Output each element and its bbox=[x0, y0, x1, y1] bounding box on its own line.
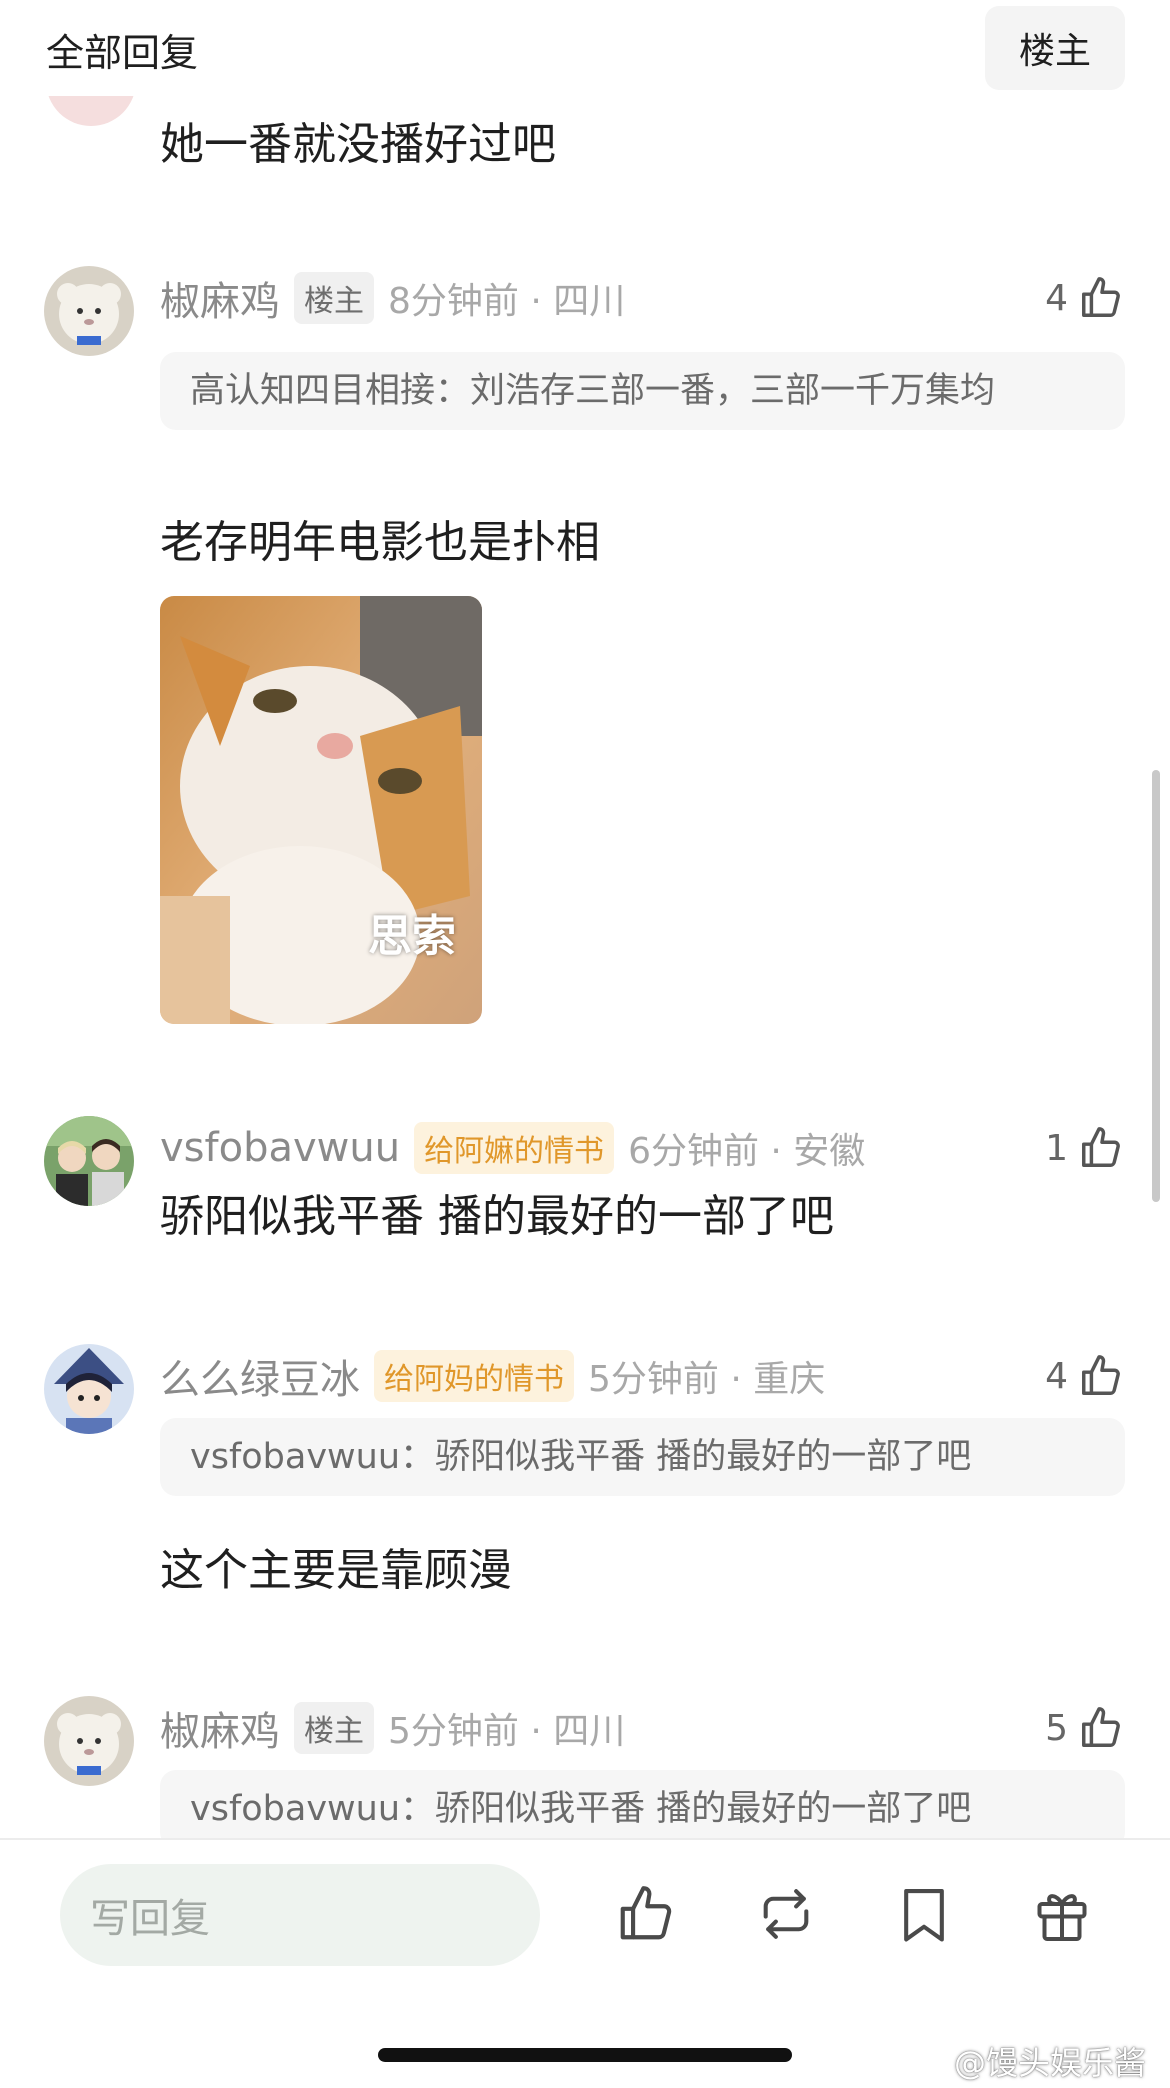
quoted-reply[interactable]: 高认知四目相接：刘浩存三部一番，三部一千万集均 bbox=[160, 352, 1125, 430]
comment-text: 老存明年电影也是扑相 bbox=[160, 517, 600, 568]
quote-author: vsfobavwuu： bbox=[190, 1437, 436, 1477]
like-post-button[interactable] bbox=[608, 1876, 684, 1952]
avatar[interactable] bbox=[46, 96, 136, 126]
bookmark-button[interactable] bbox=[886, 1876, 962, 1952]
sticker-caption: 思索 bbox=[368, 911, 456, 962]
header: 全部回复 楼主 bbox=[0, 0, 1170, 96]
avatar[interactable] bbox=[44, 1116, 134, 1206]
thumbs-up-icon bbox=[1082, 1127, 1120, 1167]
time-location: 5分钟前 · 重庆 bbox=[588, 1359, 826, 1400]
username[interactable]: vsfobavwuu bbox=[160, 1125, 400, 1171]
like-icon bbox=[620, 1886, 672, 1940]
avatar[interactable] bbox=[44, 1344, 134, 1434]
weibo-logo-icon bbox=[911, 2044, 950, 2076]
quote-text: 骄阳似我平番 播的最好的一部了吧 bbox=[435, 1789, 972, 1829]
reply-feed[interactable]: 她一番就没播好过吧 椒麻鸡 楼主 8分钟前 · 四川 4 高认知四目相接：刘浩存… bbox=[0, 96, 1170, 1838]
op-only-button[interactable]: 楼主 bbox=[985, 6, 1125, 90]
time-location: 6分钟前 · 安徽 bbox=[628, 1131, 866, 1172]
quote-text: 骄阳似我平番 播的最好的一部了吧 bbox=[435, 1437, 972, 1477]
quoted-reply[interactable]: vsfobavwuu：骄阳似我平番 播的最好的一部了吧 bbox=[160, 1418, 1125, 1496]
gift-button[interactable] bbox=[1024, 1876, 1100, 1952]
home-indicator[interactable] bbox=[378, 2048, 792, 2062]
comment-text: 骄阳似我平番 播的最好的一部了吧 bbox=[160, 1191, 834, 1242]
avatar[interactable] bbox=[44, 1696, 134, 1786]
thumbs-up-icon bbox=[1082, 277, 1120, 317]
op-badge: 楼主 bbox=[294, 272, 374, 324]
like-button[interactable]: 4 bbox=[1045, 1348, 1124, 1404]
like-count: 4 bbox=[1045, 1355, 1068, 1397]
weibo-watermark: @馒头娱乐酱 bbox=[910, 2038, 1146, 2084]
like-button[interactable]: 4 bbox=[1045, 270, 1124, 326]
thumbs-up-icon bbox=[1082, 1355, 1120, 1395]
scrollbar[interactable] bbox=[1152, 770, 1160, 1202]
fan-badge[interactable]: 给阿嫲的情书 bbox=[414, 1122, 615, 1174]
bookmark-icon bbox=[904, 1889, 944, 1942]
like-count: 4 bbox=[1045, 277, 1068, 319]
comment-meta: vsfobavwuu 给阿嫲的情书 6分钟前 · 安徽 bbox=[160, 1120, 865, 1176]
username[interactable]: 么么绿豆冰 bbox=[160, 1347, 360, 1405]
thumbs-up-icon bbox=[1082, 1707, 1120, 1747]
comment-meta: 椒麻鸡 楼主 8分钟前 · 四川 bbox=[160, 270, 625, 326]
comment-meta: 么么绿豆冰 给阿妈的情书 5分钟前 · 重庆 bbox=[160, 1348, 825, 1404]
username[interactable]: 椒麻鸡 bbox=[160, 269, 280, 327]
comment-meta: 椒麻鸡 楼主 5分钟前 · 四川 bbox=[160, 1700, 625, 1756]
like-button[interactable]: 1 bbox=[1045, 1120, 1124, 1176]
op-badge: 楼主 bbox=[294, 1702, 374, 1754]
like-count: 1 bbox=[1045, 1127, 1068, 1169]
avatar[interactable] bbox=[44, 266, 134, 356]
cat-sticker-image[interactable]: 思索 bbox=[160, 596, 482, 1024]
like-count: 5 bbox=[1045, 1707, 1068, 1749]
time-location: 5分钟前 · 四川 bbox=[388, 1711, 626, 1752]
time-location: 8分钟前 · 四川 bbox=[388, 281, 626, 322]
username[interactable]: 椒麻鸡 bbox=[160, 1699, 280, 1757]
reply-input[interactable]: 写回复 bbox=[60, 1864, 540, 1966]
comment-text: 这个主要是靠顾漫 bbox=[160, 1545, 512, 1596]
quoted-reply[interactable]: vsfobavwuu：骄阳似我平番 播的最好的一部了吧 bbox=[160, 1770, 1125, 1838]
quote-author: vsfobavwuu： bbox=[190, 1789, 436, 1829]
repost-icon bbox=[763, 1889, 809, 1939]
comment-text: 她一番就没播好过吧 bbox=[160, 119, 556, 170]
like-button[interactable]: 5 bbox=[1045, 1700, 1124, 1756]
repost-button[interactable] bbox=[748, 1876, 824, 1952]
watermark-text: @馒头娱乐酱 bbox=[953, 2044, 1146, 2082]
fan-badge[interactable]: 给阿妈的情书 bbox=[374, 1350, 574, 1402]
page-title: 全部回复 bbox=[46, 31, 199, 75]
gift-icon bbox=[1037, 1894, 1087, 1941]
bottom-action-bar: 写回复 @馒头娱乐酱 bbox=[0, 1838, 1170, 2088]
